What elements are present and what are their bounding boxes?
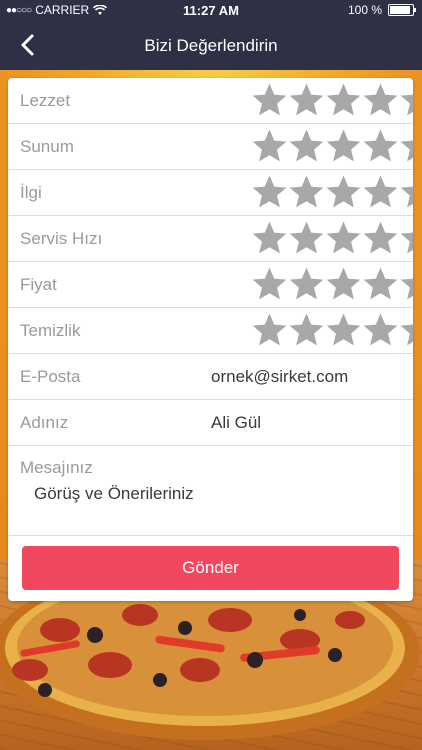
battery-percent: 100 % xyxy=(347,3,382,17)
nav-bar: Bizi Değerlendirin xyxy=(0,20,422,70)
email-field[interactable]: ornek@sirket.com xyxy=(211,367,348,387)
star-icon[interactable] xyxy=(251,82,288,118)
submit-button[interactable]: Gönder xyxy=(22,546,399,590)
star-icon[interactable] xyxy=(399,220,413,256)
rating-row: Temizlik xyxy=(8,308,413,354)
star-icon[interactable] xyxy=(362,174,399,210)
email-row: E-Posta ornek@sirket.com xyxy=(8,354,413,400)
message-label: Mesajınız xyxy=(20,458,93,477)
star-icon[interactable] xyxy=(288,220,325,256)
star-rating[interactable] xyxy=(251,266,413,302)
name-label: Adınız xyxy=(20,413,69,432)
star-icon[interactable] xyxy=(251,266,288,302)
star-icon[interactable] xyxy=(325,220,362,256)
star-icon[interactable] xyxy=(251,312,288,348)
star-icon[interactable] xyxy=(251,128,288,164)
star-icon[interactable] xyxy=(399,174,413,210)
rating-row: Fiyat xyxy=(8,262,413,308)
message-field[interactable]: Görüş ve Önerileriniz xyxy=(34,484,194,504)
rating-row: Sunum xyxy=(8,124,413,170)
star-icon[interactable] xyxy=(288,266,325,302)
star-icon[interactable] xyxy=(362,312,399,348)
rating-label: Sunum xyxy=(20,137,74,156)
rating-row: Lezzet xyxy=(8,78,413,124)
rating-form: Lezzet Sunum İlgi Servis Hızı Fiyat Temizlik … xyxy=(8,78,413,601)
star-rating[interactable] xyxy=(251,220,413,256)
star-icon[interactable] xyxy=(251,174,288,210)
star-icon[interactable] xyxy=(288,312,325,348)
star-icon[interactable] xyxy=(362,82,399,118)
page-title: Bizi Değerlendirin xyxy=(144,36,278,55)
star-rating[interactable] xyxy=(251,82,413,118)
email-label: E-Posta xyxy=(20,367,81,386)
star-icon[interactable] xyxy=(399,312,413,348)
star-rating[interactable] xyxy=(251,174,413,210)
battery-icon xyxy=(388,4,416,16)
star-icon[interactable] xyxy=(399,266,413,302)
star-icon[interactable] xyxy=(362,128,399,164)
star-icon[interactable] xyxy=(325,174,362,210)
star-icon[interactable] xyxy=(399,128,413,164)
star-icon[interactable] xyxy=(399,82,413,118)
star-rating[interactable] xyxy=(251,312,413,348)
star-rating[interactable] xyxy=(251,128,413,164)
name-field[interactable]: Ali Gül xyxy=(211,413,261,433)
rating-row: Servis Hızı xyxy=(8,216,413,262)
rating-label: Temizlik xyxy=(20,321,81,340)
rating-row: İlgi xyxy=(8,170,413,216)
rating-label: Fiyat xyxy=(20,275,57,294)
name-row: Adınız Ali Gül xyxy=(8,400,413,446)
rating-label: Servis Hızı xyxy=(20,229,103,248)
star-icon[interactable] xyxy=(362,266,399,302)
star-icon[interactable] xyxy=(288,128,325,164)
star-icon[interactable] xyxy=(325,266,362,302)
star-icon[interactable] xyxy=(325,128,362,164)
star-icon[interactable] xyxy=(251,220,288,256)
star-icon[interactable] xyxy=(325,82,362,118)
star-icon[interactable] xyxy=(362,220,399,256)
message-row: Mesajınız Görüş ve Önerileriniz xyxy=(8,446,413,536)
status-bar: ●●○○○ CARRIER 11:27 AM 100 % xyxy=(0,0,422,20)
star-icon[interactable] xyxy=(288,174,325,210)
rating-label: Lezzet xyxy=(20,91,71,110)
star-icon[interactable] xyxy=(288,82,325,118)
rating-label: İlgi xyxy=(20,183,42,202)
star-icon[interactable] xyxy=(325,312,362,348)
